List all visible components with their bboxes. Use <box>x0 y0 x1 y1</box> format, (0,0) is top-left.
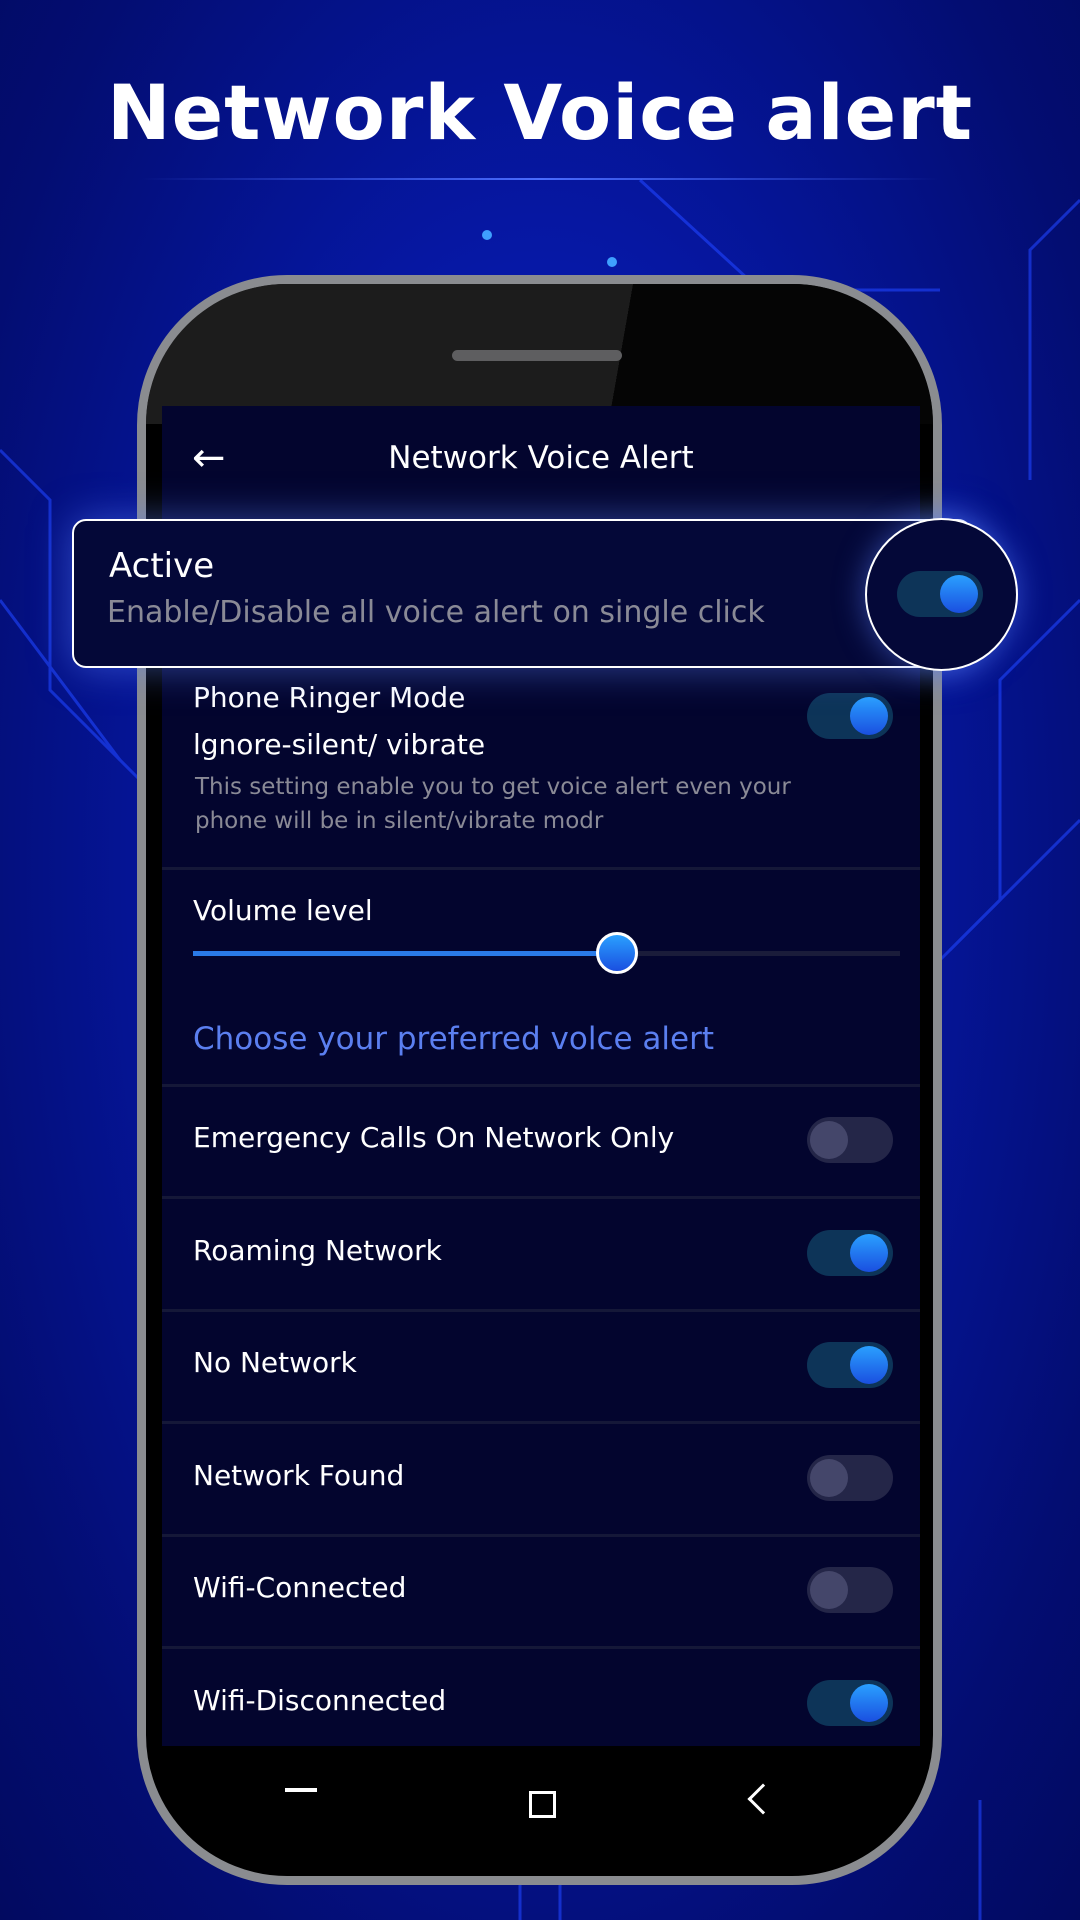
ringer-subtitle: lgnore-silent/ vibrate <box>193 728 486 761</box>
alert-toggle[interactable] <box>807 1679 893 1726</box>
app-header: ← Network Voice Alert <box>162 406 920 516</box>
recent-apps-icon[interactable] <box>285 1788 317 1792</box>
alert-label: Network Found <box>193 1458 405 1492</box>
system-nav-bar <box>162 1746 920 1866</box>
alert-row: Wifi-Connected <box>162 1536 920 1649</box>
active-toggle[interactable] <box>897 571 983 617</box>
alert-toggle[interactable] <box>807 1342 893 1388</box>
alert-label: Wifi-Disconnected <box>193 1683 447 1717</box>
volume-slider[interactable] <box>193 932 900 974</box>
alert-toggle[interactable] <box>807 1117 893 1163</box>
alert-label: Wifi-Connected <box>193 1571 407 1604</box>
volume-slider-thumb[interactable] <box>596 932 639 974</box>
header-title: Network Voice Alert <box>388 440 694 476</box>
volume-label: Volume level <box>193 894 373 927</box>
alert-label: Emergency Calls On Network Only <box>193 1121 675 1154</box>
active-subtitle: Enable/Disable all voice alert on single… <box>107 595 765 630</box>
active-card: Active Enable/Disable all voice alert on… <box>72 519 972 668</box>
alert-row: Roaming Network <box>162 1199 920 1312</box>
alert-label: Roaming Network <box>193 1233 442 1267</box>
alert-label: No Network <box>193 1346 357 1379</box>
alert-row: Emergency Calls On Network Only <box>162 1086 920 1199</box>
alert-toggle[interactable] <box>807 1567 893 1613</box>
volume-slider-fill <box>193 951 618 956</box>
section-title: Choose your preferred volce alert <box>193 1021 715 1057</box>
active-toggle-highlight <box>865 518 1018 671</box>
ringer-desc-1: This setting enable you to get voice ale… <box>195 774 791 800</box>
alert-toggle[interactable] <box>807 1229 893 1276</box>
alert-row: No Network <box>162 1311 920 1424</box>
alert-row: Wifi-Disconnected <box>162 1649 920 1747</box>
back-chevron-icon[interactable] <box>747 1783 779 1815</box>
alert-row: Network Found <box>162 1424 920 1537</box>
ringer-desc-2: phone will be in silent/vibrate modr <box>195 808 604 834</box>
divider <box>162 867 920 870</box>
ringer-title: Phone Ringer Mode <box>193 681 466 714</box>
title-divider <box>140 178 940 180</box>
home-square-icon[interactable] <box>529 1791 556 1818</box>
promo-title: Network Voice alert <box>106 68 974 157</box>
ringer-toggle[interactable] <box>807 693 893 739</box>
active-title: Active <box>109 546 215 586</box>
alert-toggle[interactable] <box>807 1454 893 1501</box>
phone-speaker <box>452 350 622 361</box>
